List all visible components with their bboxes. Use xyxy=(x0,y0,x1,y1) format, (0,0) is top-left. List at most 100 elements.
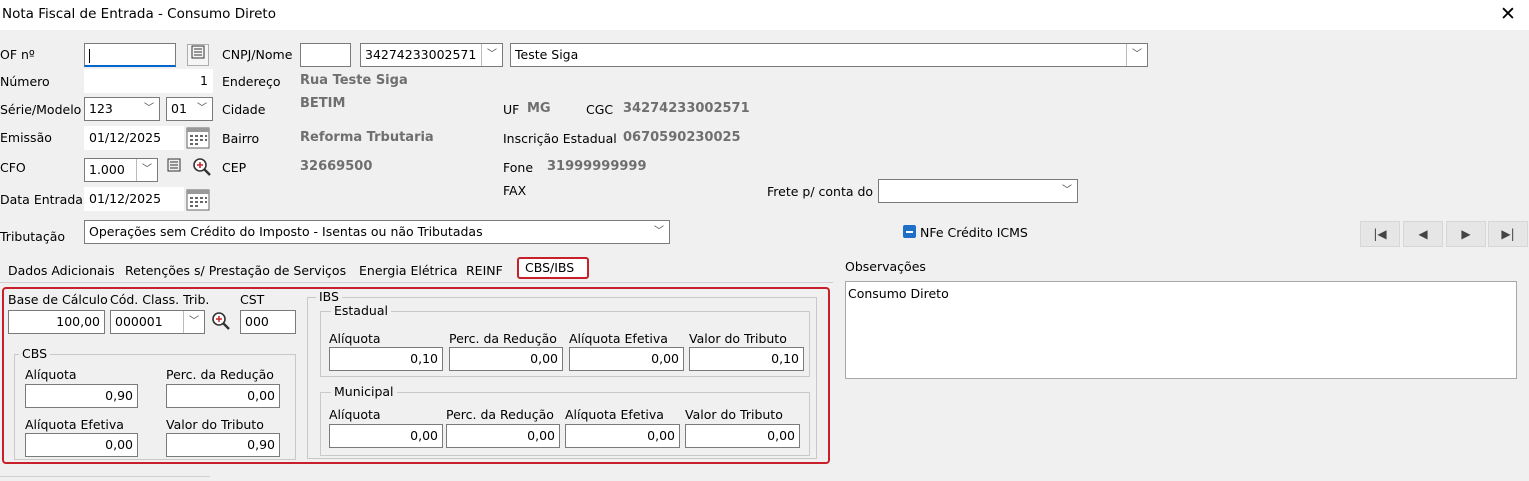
estadual-title: Estadual xyxy=(331,303,391,318)
next-record-button[interactable]: ▶ xyxy=(1446,221,1486,247)
mun-reducao-input[interactable]: 0,00 xyxy=(446,424,560,448)
est-tributo-input[interactable]: 0,10 xyxy=(689,347,804,371)
nome-select[interactable]: Teste Siga ﹀ xyxy=(510,43,1148,67)
est-tributo-label: Valor do Tributo xyxy=(689,331,787,346)
text-caret xyxy=(89,48,90,63)
uf-label: UF xyxy=(503,102,520,117)
cbs-reducao-label: Perc. da Redução xyxy=(166,367,274,382)
cfo-label: CFO xyxy=(0,160,26,175)
cbs-tributo-label: Valor do Tributo xyxy=(166,417,264,432)
cbs-reducao-input[interactable]: 0,00 xyxy=(166,384,280,408)
supplier-code-input[interactable] xyxy=(300,43,351,67)
calendar-icon[interactable] xyxy=(186,189,210,211)
window-title: Nota Fiscal de Entrada - Consumo Direto xyxy=(2,6,276,22)
cfo-value: 1.000 xyxy=(89,162,125,177)
cst-label: CST xyxy=(240,292,265,307)
est-reducao-label: Perc. da Redução xyxy=(449,331,557,346)
bairro-value: Reforma Trbutaria xyxy=(300,130,434,145)
fone-label: Fone xyxy=(503,160,534,175)
tributacao-select[interactable]: Operações sem Crédito do Imposto - Isent… xyxy=(84,220,670,244)
endereco-label: Endereço xyxy=(222,74,281,89)
serie-select[interactable]: 123 ﹀ xyxy=(84,97,160,121)
tab-cbs-ibs[interactable]: CBS/IBS xyxy=(517,257,589,279)
fax-label: FAX xyxy=(503,183,527,198)
cnpj-select[interactable]: 34274233002571 ﹀ xyxy=(360,43,503,67)
search-icon[interactable] xyxy=(191,157,213,179)
mun-tributo-label: Valor do Tributo xyxy=(685,407,783,422)
est-reducao-input[interactable]: 0,00 xyxy=(449,347,563,371)
class-trib-value: 000001 xyxy=(115,314,163,329)
cst-input[interactable]: 000 xyxy=(240,310,296,334)
previous-record-button[interactable]: ◀ xyxy=(1403,221,1443,247)
est-efetiva-input[interactable]: 0,00 xyxy=(569,347,684,371)
search-icon[interactable] xyxy=(210,311,232,333)
cnpj-nome-label: CNPJ/Nome xyxy=(222,47,293,62)
bairro-label: Bairro xyxy=(222,131,260,146)
cgc-label: CGC xyxy=(586,102,614,117)
uf-value: MG xyxy=(527,101,551,116)
status-divider xyxy=(0,476,210,481)
serie-label: Série/Modelo xyxy=(0,102,82,117)
cgc-value: 34274233002571 xyxy=(623,101,750,116)
modelo-select[interactable]: 01 ﹀ xyxy=(166,97,213,121)
cep-value: 32669500 xyxy=(300,159,373,174)
calendar-icon[interactable] xyxy=(186,127,210,149)
tab-strip-line xyxy=(0,282,833,283)
mun-tributo-input[interactable]: 0,00 xyxy=(685,424,800,448)
mun-efetiva-label: Alíquota Efetiva xyxy=(565,407,664,422)
chevron-down-icon: ﹀ xyxy=(144,103,154,114)
chevron-down-icon: ﹀ xyxy=(136,159,157,181)
data-entrada-input[interactable]: 01/12/2025 xyxy=(84,187,184,211)
modelo-value: 01 xyxy=(171,101,187,116)
tributacao-label: Tributação xyxy=(0,229,66,244)
cidade-value: BETIM xyxy=(300,96,346,111)
est-aliquota-input[interactable]: 0,10 xyxy=(329,347,443,371)
nfe-credito-checkbox[interactable] xyxy=(903,225,916,238)
cbs-title: CBS xyxy=(19,346,51,361)
mun-aliquota-label: Alíquota xyxy=(329,407,381,422)
numero-input[interactable]: 1 xyxy=(84,69,213,93)
tab-reinf[interactable]: REINF xyxy=(460,259,509,282)
class-trib-select[interactable]: 000001 ﹀ xyxy=(110,310,205,334)
data-entrada-label: Data Entrada xyxy=(0,192,83,207)
tab-dados-adicionais[interactable]: Dados Adicionais xyxy=(2,259,121,282)
last-record-button[interactable]: ▶| xyxy=(1488,221,1528,247)
frete-label: Frete p/ conta do xyxy=(767,184,874,199)
list-icon[interactable] xyxy=(163,158,185,180)
mun-efetiva-input[interactable]: 0,00 xyxy=(565,424,680,448)
cbs-aliquota-input[interactable]: 0,90 xyxy=(25,384,138,408)
mun-aliquota-input[interactable]: 0,00 xyxy=(329,424,443,448)
est-aliquota-label: Alíquota xyxy=(329,331,381,346)
numero-label: Número xyxy=(0,74,50,89)
frete-select[interactable]: ﹀ xyxy=(878,179,1078,203)
nome-value: Teste Siga xyxy=(515,47,579,62)
serie-value: 123 xyxy=(89,101,113,116)
base-calculo-label: Base de Cálculo xyxy=(8,292,108,307)
emissao-input[interactable]: 01/12/2025 xyxy=(84,126,184,150)
first-record-button[interactable]: |◀ xyxy=(1360,221,1400,247)
observacoes-textarea[interactable]: Consumo Direto xyxy=(845,281,1517,379)
emissao-label: Emissão xyxy=(0,130,52,145)
list-icon[interactable] xyxy=(187,44,209,66)
cbs-efetiva-input[interactable]: 0,00 xyxy=(25,433,138,457)
tab-retencoes[interactable]: Retenções s/ Prestação de Serviços xyxy=(119,259,352,282)
cfo-select[interactable]: 1.000 ﹀ xyxy=(84,158,158,182)
nfe-credito-label: NFe Crédito ICMS xyxy=(920,225,1028,240)
ie-value: 0670590230025 xyxy=(623,130,741,145)
chevron-down-icon: ﹀ xyxy=(197,103,207,114)
observacoes-label: Observações xyxy=(845,259,926,274)
ie-label: Inscrição Estadual xyxy=(503,131,617,146)
chevron-down-icon: ﹀ xyxy=(1062,185,1072,196)
of-input[interactable] xyxy=(84,43,176,67)
chevron-down-icon: ﹀ xyxy=(654,226,664,237)
base-calculo-input[interactable]: 100,00 xyxy=(8,310,105,334)
cep-label: CEP xyxy=(222,160,247,175)
tab-energia-eletrica[interactable]: Energia Elétrica xyxy=(353,259,464,282)
chevron-down-icon: ﹀ xyxy=(1126,44,1147,66)
cbs-tributo-input[interactable]: 0,90 xyxy=(166,433,280,457)
cidade-label: Cidade xyxy=(222,102,266,117)
close-icon[interactable]: ✕ xyxy=(1497,3,1519,25)
cnpj-value: 34274233002571 xyxy=(365,47,477,62)
tributacao-value: Operações sem Crédito do Imposto - Isent… xyxy=(89,224,483,239)
cbs-aliquota-label: Alíquota xyxy=(25,367,77,382)
